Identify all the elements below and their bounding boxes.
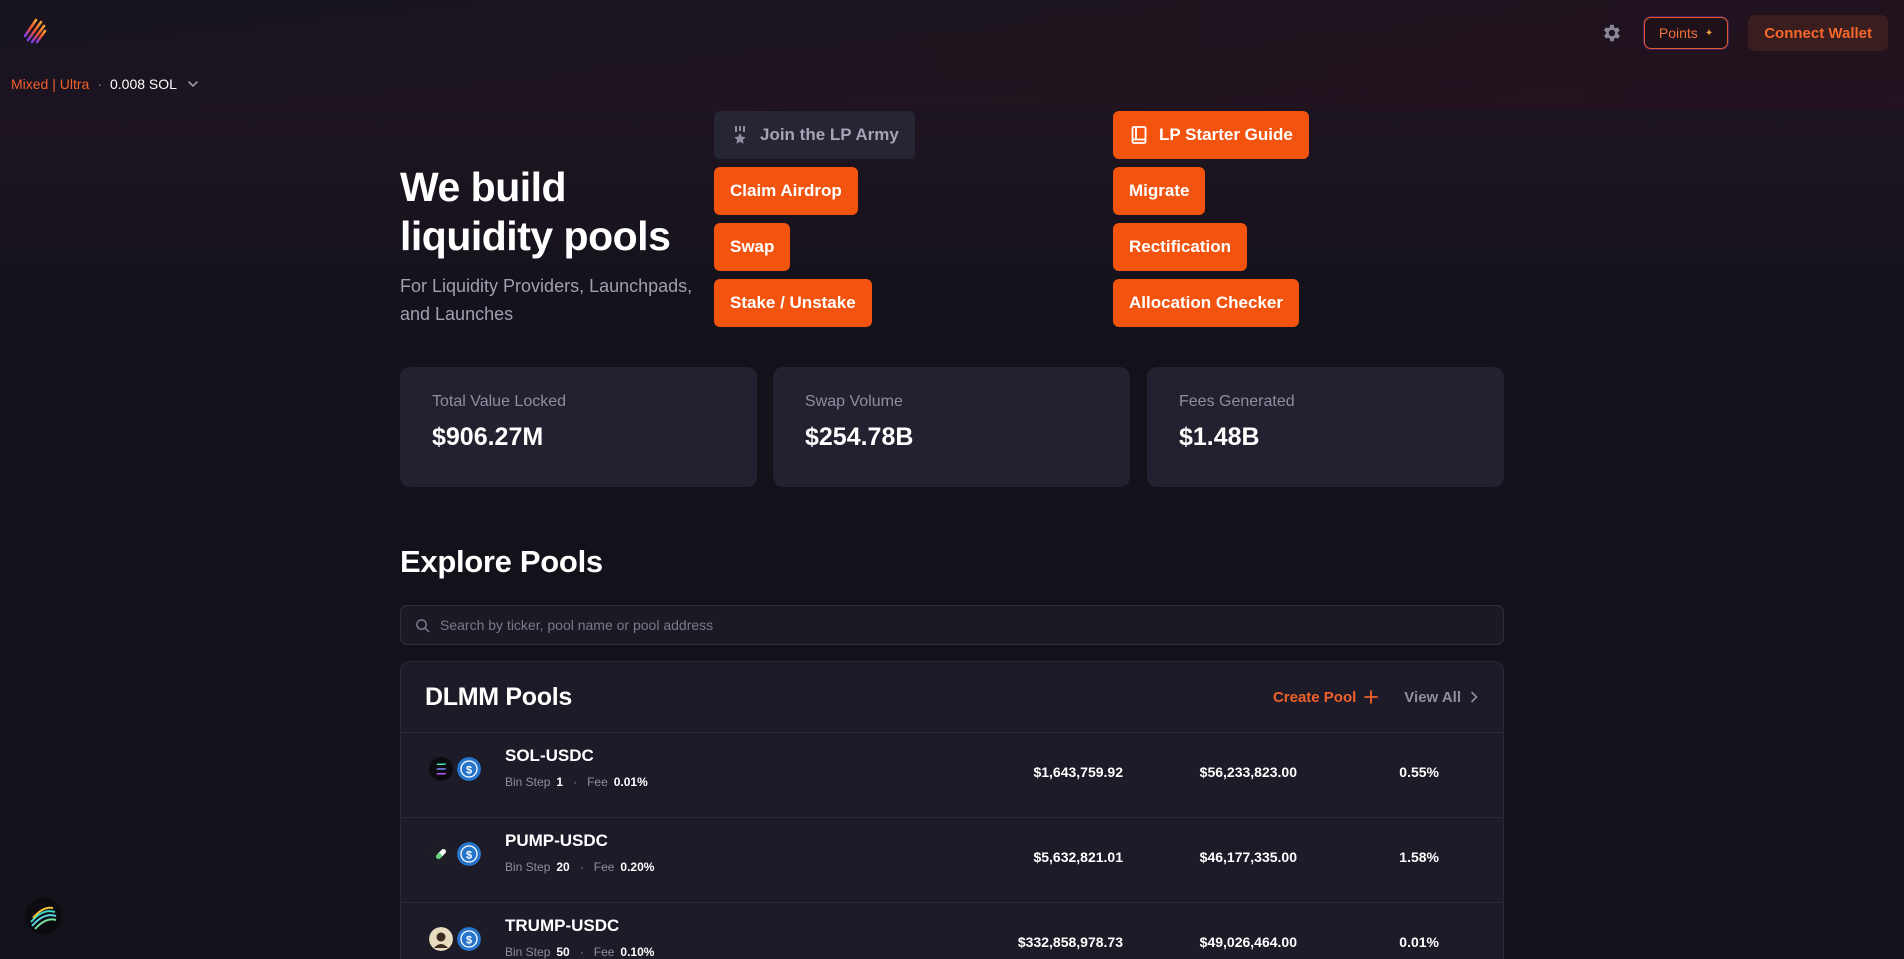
pool-apr: 0.01% xyxy=(1399,934,1439,950)
fee-label: Fee xyxy=(593,860,615,874)
bin-step-label: Bin Step xyxy=(505,775,551,789)
pool-meta: Bin Step 1 · Fee 0.01% xyxy=(505,775,648,789)
stat-label: Fees Generated xyxy=(1179,393,1295,410)
stat-value: $906.27M xyxy=(432,423,544,451)
stake-unstake-button[interactable]: Stake / Unstake xyxy=(714,279,872,327)
subtitle-line-1: For Liquidity Providers, Launchpads, xyxy=(400,276,693,296)
meta-separator: · xyxy=(573,775,578,789)
sol-token-icon xyxy=(429,757,453,781)
pool-tvl: $5,632,821.01 xyxy=(1033,849,1123,865)
mode-separator: · xyxy=(97,76,102,92)
stat-card-tvl: Total Value Locked $906.27M xyxy=(400,367,757,487)
points-button[interactable]: Points ✦ xyxy=(1643,17,1729,49)
title-line-1: We build xyxy=(400,164,567,210)
subtitle-line-2: and Launches xyxy=(400,304,514,324)
usdc-token-icon: $ xyxy=(457,757,481,781)
bin-step-value: 1 xyxy=(556,775,564,789)
migrate-button[interactable]: Migrate xyxy=(1113,167,1206,215)
page-subtitle: For Liquidity Providers, Launchpads, and… xyxy=(400,272,692,328)
pool-name: PUMP-USDC xyxy=(505,831,608,850)
connect-wallet-button[interactable]: Connect Wallet xyxy=(1748,15,1888,51)
stat-card-fees: Fees Generated $1.48B xyxy=(1147,367,1504,487)
book-icon xyxy=(1131,126,1147,144)
pool-meta: Bin Step 20 · Fee 0.20% xyxy=(505,860,654,874)
usdc-token-icon: $ xyxy=(457,842,481,866)
chevron-right-icon xyxy=(1471,691,1478,703)
meteora-logo-icon[interactable] xyxy=(22,16,48,44)
page-title: We build liquidity pools xyxy=(400,163,671,261)
assistant-launcher-icon[interactable] xyxy=(25,898,61,934)
allocation-checker-button[interactable]: Allocation Checker xyxy=(1113,279,1299,327)
join-label: Join the LP Army xyxy=(760,125,899,144)
fee-label: Fee xyxy=(587,775,608,789)
mode-label: Mixed | Ultra xyxy=(11,76,90,92)
pool-meta: Bin Step 50 · Fee 0.10% xyxy=(505,945,654,959)
pool-row[interactable]: $ PUMP-USDC Bin Step 20 · Fee 0.20% $5,632… xyxy=(401,817,1503,902)
usdc-token-icon: $ xyxy=(457,927,481,951)
pool-row[interactable]: $ TRUMP-USDC Bin Step 50 · Fee 0.10% $332,… xyxy=(401,902,1503,959)
claim-airdrop-button[interactable]: Claim Airdrop xyxy=(714,167,858,215)
stat-value: $1.48B xyxy=(1179,423,1260,451)
lp-starter-guide-button[interactable]: LP Starter Guide xyxy=(1113,111,1309,159)
bin-step-label: Bin Step xyxy=(505,945,551,959)
pool-apr: 0.55% xyxy=(1399,764,1439,780)
explore-pools-title: Explore Pools xyxy=(400,544,603,579)
pool-name: TRUMP-USDC xyxy=(505,916,620,935)
pool-tvl: $332,858,978.73 xyxy=(1017,934,1123,950)
create-pool-label: Create Pool xyxy=(1272,688,1357,706)
pool-row[interactable]: $ SOL-USDC Bin Step 1 · Fee 0.01% $1,643,7… xyxy=(401,732,1503,817)
pump-token-icon xyxy=(429,842,453,866)
search-input[interactable] xyxy=(440,617,1440,633)
pool-name: SOL-USDC xyxy=(505,746,594,765)
svg-text:$: $ xyxy=(466,935,472,947)
medal-icon xyxy=(734,126,746,144)
pool-actions: Create Pool View All xyxy=(1273,689,1479,706)
view-all-label: View All xyxy=(1404,688,1461,706)
create-pool-button[interactable]: Create Pool xyxy=(1272,688,1379,706)
stat-card-swap-volume: Swap Volume $254.78B xyxy=(773,367,1130,487)
fee-value: 0.20% xyxy=(620,860,655,874)
search-icon xyxy=(416,618,430,632)
points-label: Points xyxy=(1658,25,1698,41)
swap-button[interactable]: Swap xyxy=(714,223,791,271)
pool-apr: 1.58% xyxy=(1399,849,1439,865)
pool-volume: $49,026,464.00 xyxy=(1199,934,1297,950)
gear-icon[interactable] xyxy=(1600,22,1622,44)
dlmm-pools-panel: DLMM Pools Create Pool View All $ SOL-US… xyxy=(400,661,1504,959)
svg-text:$: $ xyxy=(466,765,472,777)
pool-volume: $46,177,335.00 xyxy=(1199,849,1297,865)
top-right-actions: Points ✦ Connect Wallet xyxy=(1600,15,1888,51)
bin-step-value: 20 xyxy=(556,860,570,874)
meta-separator: · xyxy=(579,860,584,874)
pool-search-box[interactable] xyxy=(400,605,1504,645)
stat-label: Total Value Locked xyxy=(432,393,567,410)
sol-balance: 0.008 SOL xyxy=(110,76,177,92)
stat-label: Swap Volume xyxy=(805,393,903,410)
bin-step-label: Bin Step xyxy=(505,860,551,874)
svg-text:$: $ xyxy=(466,850,472,862)
sparkle-icon: ✦ xyxy=(1704,27,1714,39)
title-line-2: liquidity pools xyxy=(400,213,671,259)
view-all-button[interactable]: View All xyxy=(1404,689,1479,706)
guide-label: LP Starter Guide xyxy=(1159,125,1293,144)
stat-value: $254.78B xyxy=(805,423,914,451)
priority-fee-selector[interactable]: Mixed | Ultra · 0.008 SOL xyxy=(11,76,199,92)
chevron-down-icon xyxy=(188,81,198,88)
plus-icon xyxy=(1364,690,1379,704)
rectification-button[interactable]: Rectification xyxy=(1113,223,1248,271)
dlmm-pools-title: DLMM Pools xyxy=(425,682,572,711)
dlmm-pools-header: DLMM Pools Create Pool View All xyxy=(401,662,1503,732)
fee-value: 0.01% xyxy=(613,775,648,789)
fee-label: Fee xyxy=(593,945,615,959)
pool-volume: $56,233,823.00 xyxy=(1199,764,1297,780)
join-lp-army-button[interactable]: Join the LP Army xyxy=(714,111,915,159)
bin-step-value: 50 xyxy=(556,945,570,959)
trump-token-icon xyxy=(429,927,453,951)
pool-tvl: $1,643,759.92 xyxy=(1033,764,1123,780)
fee-value: 0.10% xyxy=(620,945,655,959)
meta-separator: · xyxy=(579,945,584,959)
